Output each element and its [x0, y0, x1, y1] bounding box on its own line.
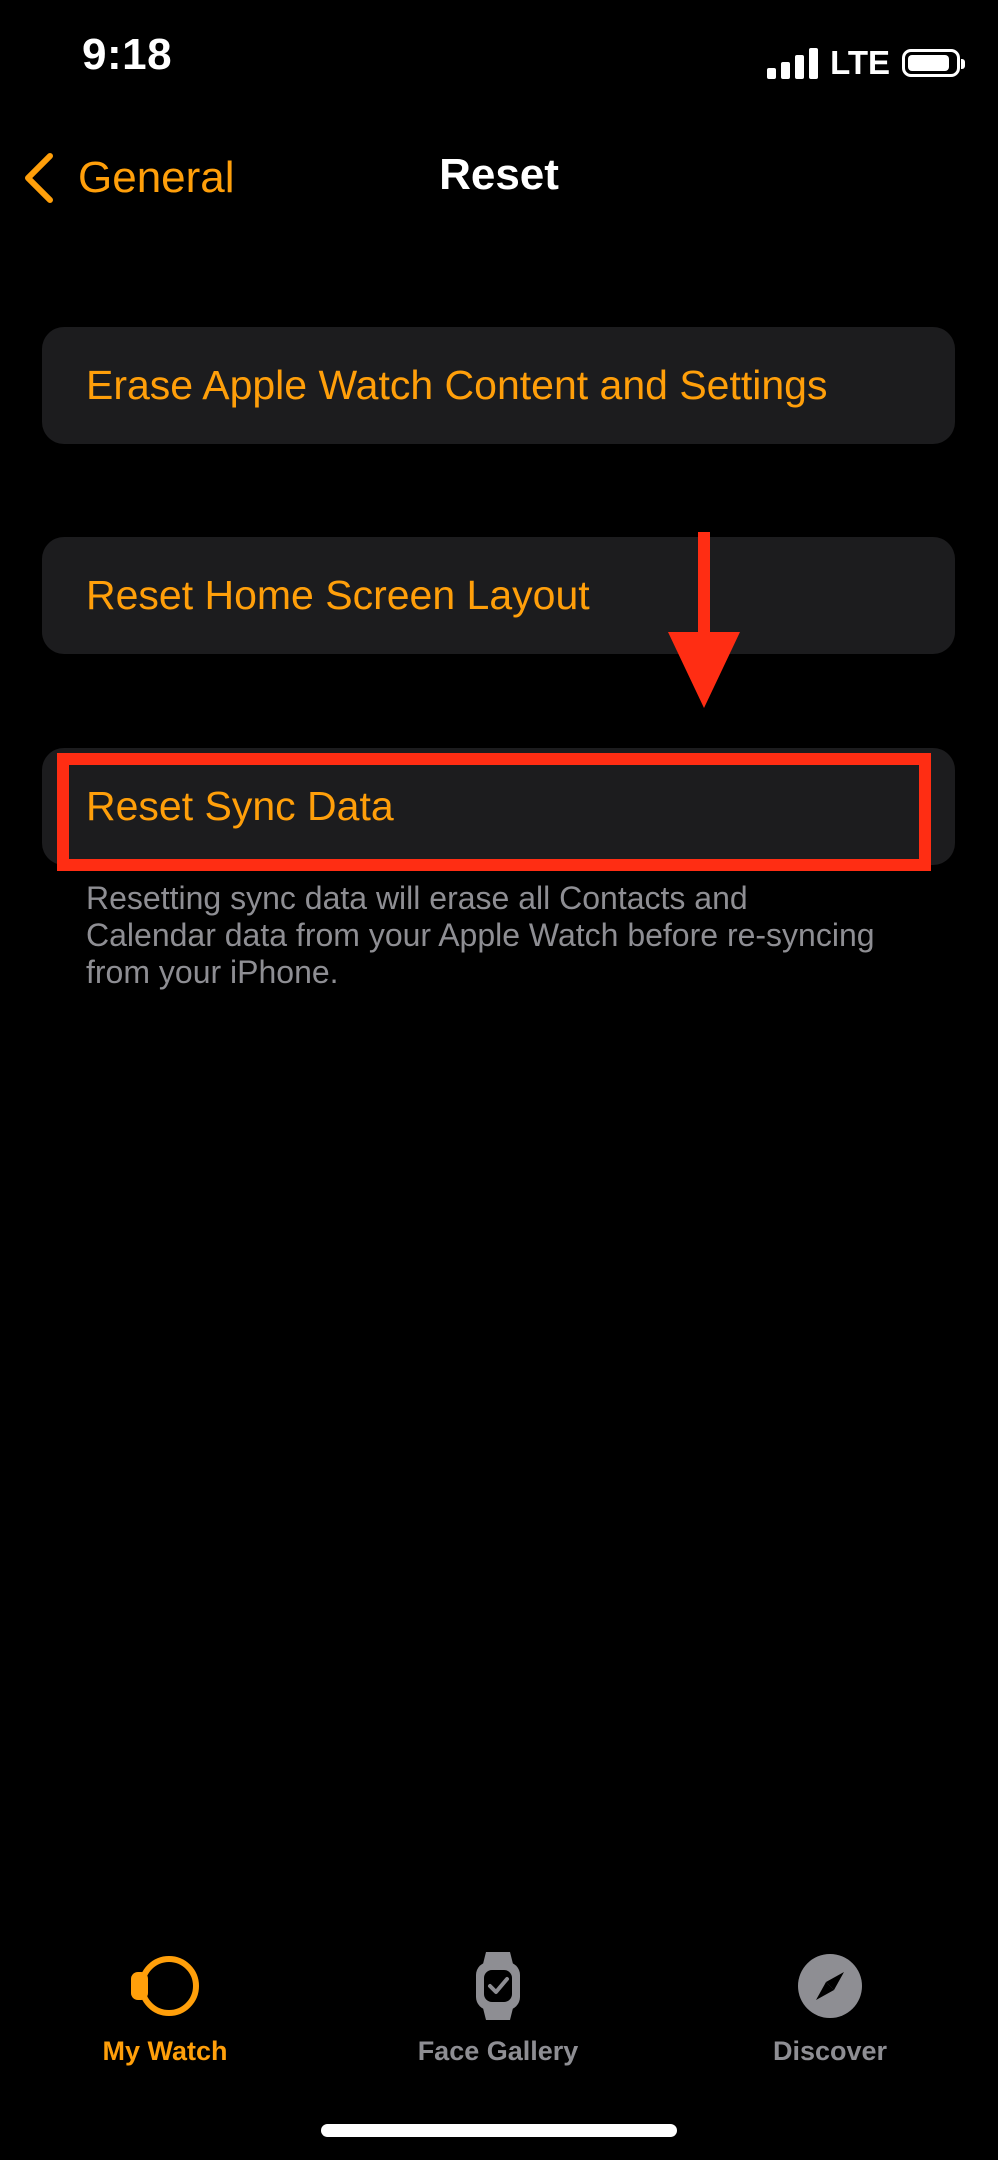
- battery-icon: [902, 49, 965, 77]
- reset-screen: 9:18 LTE General Reset Erase Apple Watch…: [0, 0, 998, 2160]
- page-title: Reset: [439, 150, 559, 199]
- reset-sync-data-button[interactable]: Reset Sync Data: [42, 748, 955, 865]
- watch-icon: [476, 1952, 520, 2020]
- tab-face-gallery-label: Face Gallery: [417, 2036, 579, 2066]
- reset-home-screen-layout-label: Reset Home Screen Layout: [86, 572, 590, 618]
- reset-home-screen-layout-button[interactable]: Reset Home Screen Layout: [42, 537, 955, 654]
- erase-content-settings-label: Erase Apple Watch Content and Settings: [86, 362, 828, 408]
- battery-level-fill: [908, 55, 949, 71]
- tab-discover-label: Discover: [772, 2036, 888, 2066]
- tab-discover[interactable]: Discover: [680, 1950, 980, 2067]
- status-time: 9:18: [82, 30, 173, 79]
- reset-sync-data-label: Reset Sync Data: [86, 783, 394, 829]
- tab-my-watch[interactable]: My Watch: [15, 1950, 315, 2067]
- watch-face-icon: [131, 1956, 199, 2016]
- home-indicator: [321, 2124, 677, 2137]
- status-indicators: LTE: [767, 44, 965, 82]
- sync-data-footer-note: Resetting sync data will erase all Conta…: [86, 880, 875, 990]
- tab-face-gallery[interactable]: Face Gallery: [348, 1950, 648, 2067]
- compass-icon: [798, 1954, 862, 2018]
- cellular-signal-icon: [767, 47, 819, 79]
- erase-content-settings-button[interactable]: Erase Apple Watch Content and Settings: [42, 327, 955, 444]
- network-type: LTE: [830, 44, 890, 81]
- tab-my-watch-label: My Watch: [102, 2036, 228, 2066]
